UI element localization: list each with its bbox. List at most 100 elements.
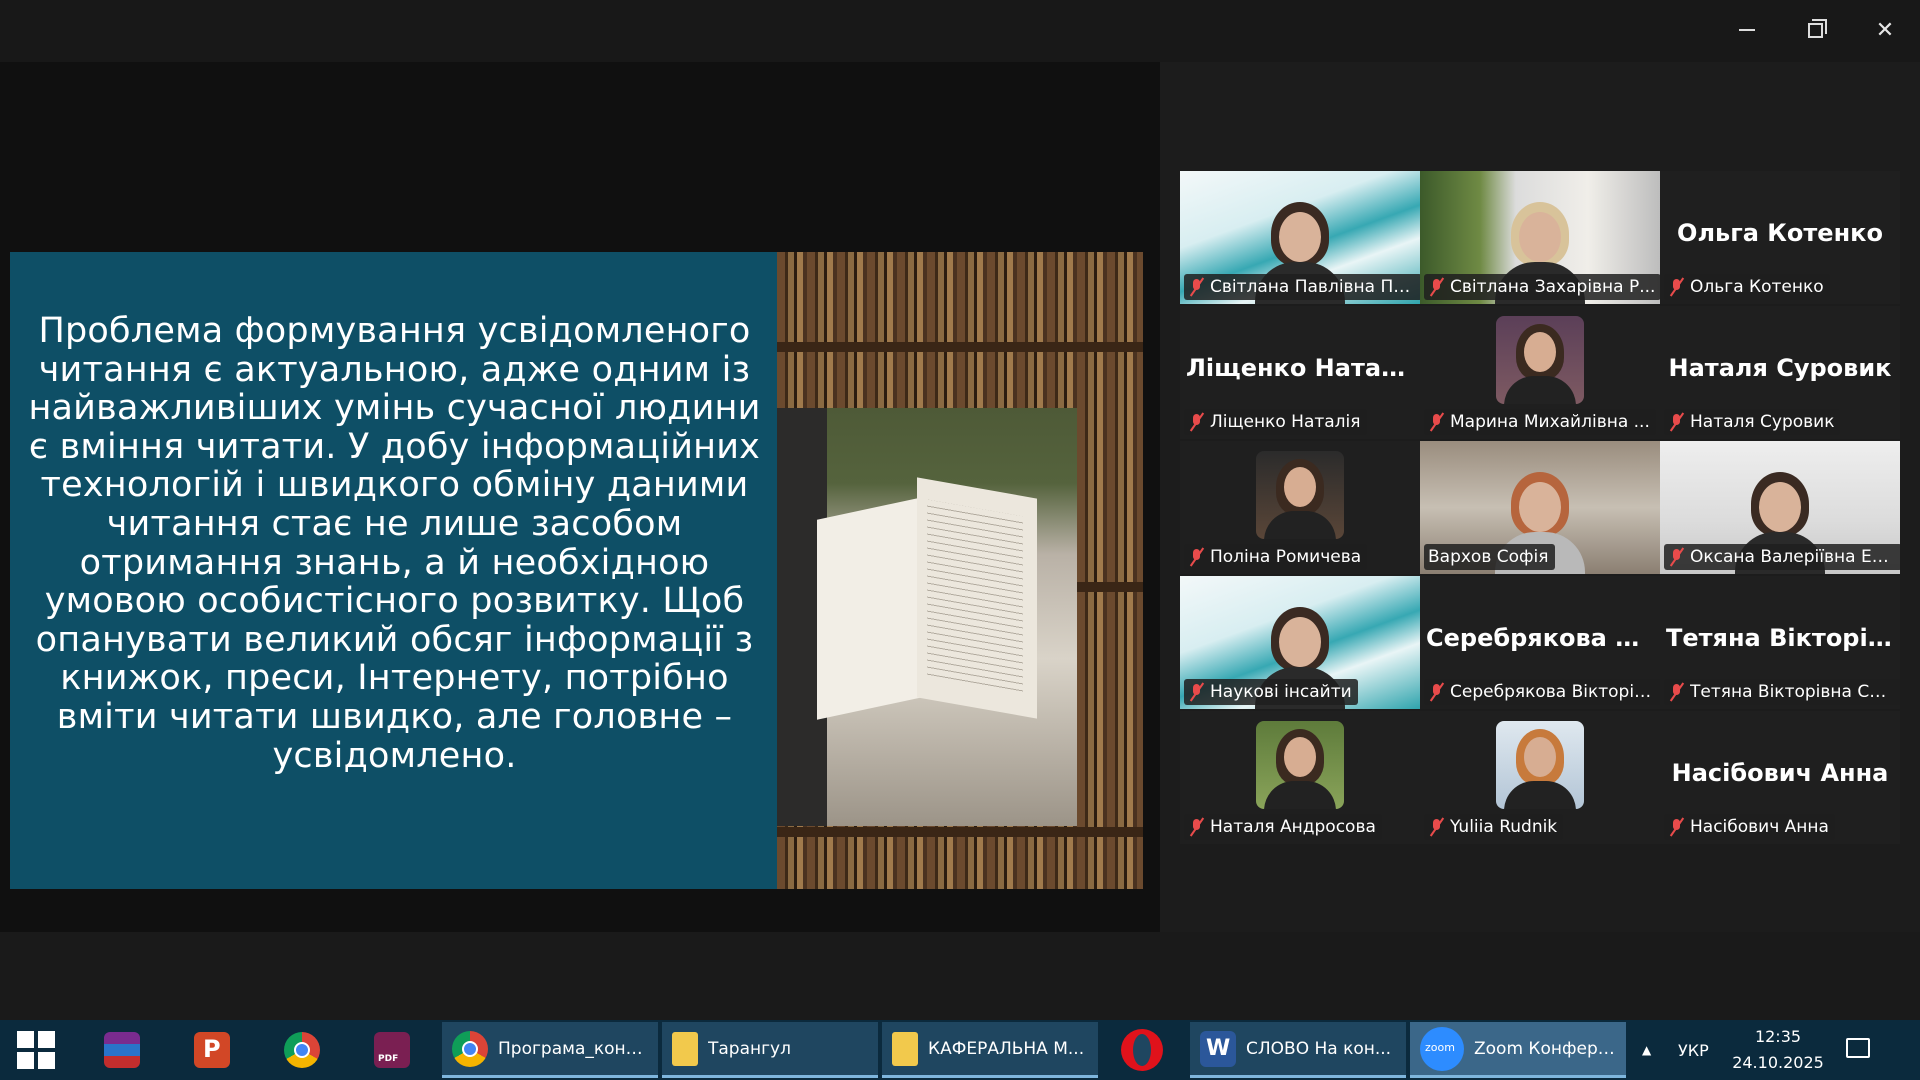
participant-label: Марина Михайлівна ...: [1424, 409, 1656, 435]
folder-icon: [892, 1031, 918, 1066]
shelf-divider: [777, 827, 1143, 837]
participant-tile-active-speaker[interactable]: Вархов Софія: [1420, 441, 1660, 574]
mic-muted-icon: [1428, 277, 1446, 297]
taskbar-app-zoom[interactable]: Zoom Конфере...: [1410, 1022, 1626, 1078]
taskbar-app-label: СЛОВО На кон...: [1246, 1038, 1392, 1059]
mic-muted-icon: [1668, 412, 1686, 432]
clock-time: 12:35: [1754, 1027, 1802, 1046]
mic-muted-icon: [1188, 817, 1206, 837]
participant-label: Вархов Софія: [1424, 544, 1555, 570]
taskbar-app-folder-kafedralna[interactable]: КАФЕРАЛЬНА М...: [882, 1022, 1098, 1078]
participant-tile[interactable]: Наталя Суровик Наталя Суровик: [1660, 306, 1900, 439]
participant-tile[interactable]: Наукові інсайти: [1180, 576, 1420, 709]
window-title-bar: ✕: [0, 0, 1920, 62]
mic-muted-icon: [1188, 547, 1206, 567]
participant-tile[interactable]: Ольга Котенко Ольга Котенко: [1660, 171, 1900, 304]
participant-label: Оксана Валеріївна Ел...: [1664, 544, 1900, 570]
mic-muted-icon: [1668, 817, 1686, 837]
participant-label: Насібович Анна: [1664, 814, 1835, 840]
mic-muted-icon: [1668, 682, 1686, 702]
shared-screen: Проблема формування усвідомленого читанн…: [0, 62, 1160, 932]
participant-label: Наталя Суровик: [1664, 409, 1841, 435]
chrome-icon: [452, 1030, 488, 1067]
chrome-icon: [284, 1032, 320, 1068]
participant-tile[interactable]: Світлана Павлівна Па...: [1180, 171, 1420, 304]
shelf-divider: [777, 342, 1143, 352]
opera-taskbar-button[interactable]: [1112, 1020, 1172, 1080]
participant-name-display: Серебрякова В...: [1426, 624, 1660, 652]
participant-avatar: [1496, 316, 1584, 404]
mic-muted-icon: [1428, 817, 1446, 837]
participant-tile[interactable]: Насібович Анна Насібович Анна: [1660, 711, 1900, 844]
participant-tile[interactable]: Тетяна Вікторів... Тетяна Вікторівна См.…: [1660, 576, 1900, 709]
slide-book-photo: [777, 252, 1143, 889]
mic-muted-icon: [1428, 412, 1446, 432]
minimize-icon: [1739, 29, 1755, 31]
taskbar-app-chrome-program[interactable]: Програма_конф...: [442, 1022, 658, 1078]
language-indicator[interactable]: УКР: [1678, 1020, 1709, 1080]
tray-overflow-button[interactable]: ▲: [1642, 1020, 1651, 1080]
participant-name-display: Ліщенко Наталія: [1186, 354, 1420, 382]
participant-name-display: Тетяна Вікторів...: [1666, 624, 1900, 652]
taskbar-app-label: Програма_конф...: [498, 1038, 648, 1059]
powerpoint-icon: [194, 1032, 230, 1068]
book-page-left: [817, 496, 927, 720]
presentation-slide: Проблема формування усвідомленого читанн…: [10, 252, 1143, 889]
participant-name-display: Ольга Котенко: [1677, 219, 1883, 247]
participant-tile[interactable]: Ліщенко Наталія Ліщенко Наталія: [1180, 306, 1420, 439]
participant-label: Ліщенко Наталія: [1184, 409, 1367, 435]
pdf-app-taskbar-button[interactable]: [362, 1020, 422, 1080]
participant-label: Серебрякова Вікторія...: [1424, 679, 1660, 705]
mic-muted-icon: [1188, 682, 1206, 702]
participant-tile[interactable]: Серебрякова В... Серебрякова Вікторія...: [1420, 576, 1660, 709]
winrar-taskbar-button[interactable]: [92, 1020, 152, 1080]
book-text-lines: [927, 499, 1023, 697]
participant-label: Ольга Котенко: [1664, 274, 1830, 300]
winrar-icon: [104, 1032, 140, 1068]
participant-label: Поліна Ромичева: [1184, 544, 1368, 570]
restore-icon: [1807, 22, 1823, 38]
participant-label: Світлана Павлівна Па...: [1184, 274, 1420, 300]
slide-text: Проблема формування усвідомленого читанн…: [28, 311, 761, 776]
start-button[interactable]: [8, 1020, 64, 1080]
participant-label: Світлана Захарівна Р...: [1424, 274, 1660, 300]
participant-avatar: [1256, 721, 1344, 809]
mic-muted-icon: [1668, 277, 1686, 297]
close-button[interactable]: ✕: [1860, 10, 1910, 50]
word-icon: [1200, 1030, 1236, 1067]
participant-label: Yuliia Rudnik: [1424, 814, 1564, 840]
taskbar-app-label: Тарангул: [708, 1038, 791, 1059]
taskbar-app-word[interactable]: СЛОВО На кон...: [1190, 1022, 1406, 1078]
participant-name-display: Насібович Анна: [1671, 759, 1889, 787]
participant-tile[interactable]: Поліна Ромичева: [1180, 441, 1420, 574]
participant-tile[interactable]: Yuliia Rudnik: [1420, 711, 1660, 844]
zoom-icon: [1420, 1026, 1464, 1071]
participant-tile[interactable]: Оксана Валеріївна Ел...: [1660, 441, 1900, 574]
participant-label: Тетяна Вікторівна См...: [1664, 679, 1900, 705]
mic-muted-icon: [1428, 682, 1446, 702]
participant-tile[interactable]: Марина Михайлівна ...: [1420, 306, 1660, 439]
participant-avatar: [1256, 451, 1344, 539]
participant-name-display: Наталя Суровик: [1668, 354, 1892, 382]
notifications-icon[interactable]: [1846, 1038, 1870, 1058]
pdf-app-icon: [374, 1032, 410, 1068]
taskbar-app-folder-tarangul[interactable]: Тарангул: [662, 1022, 878, 1078]
slide-text-panel: Проблема формування усвідомленого читанн…: [10, 252, 777, 889]
participant-label: Наталя Андросова: [1184, 814, 1382, 840]
mic-muted-icon: [1668, 547, 1686, 567]
powerpoint-taskbar-button[interactable]: [182, 1020, 242, 1080]
mic-muted-icon: [1188, 277, 1206, 297]
taskbar: Програма_конф... Тарангул КАФЕРАЛЬНА М..…: [0, 1020, 1920, 1080]
participant-gallery: Світлана Павлівна Па... Світлана Захарів…: [1160, 62, 1920, 932]
folder-icon: [672, 1031, 698, 1066]
participant-tile[interactable]: Наталя Андросова: [1180, 711, 1420, 844]
chrome-taskbar-button[interactable]: [272, 1020, 332, 1080]
system-clock[interactable]: 12:35 24.10.2025: [1722, 1024, 1834, 1076]
participant-tile[interactable]: Світлана Захарівна Р...: [1420, 171, 1660, 304]
close-icon: ✕: [1875, 17, 1895, 43]
windows-logo-icon: [17, 1031, 55, 1069]
restore-button[interactable]: [1790, 10, 1840, 50]
mic-muted-icon: [1188, 412, 1206, 432]
minimize-button[interactable]: [1722, 10, 1772, 50]
clock-date: 24.10.2025: [1732, 1053, 1824, 1072]
